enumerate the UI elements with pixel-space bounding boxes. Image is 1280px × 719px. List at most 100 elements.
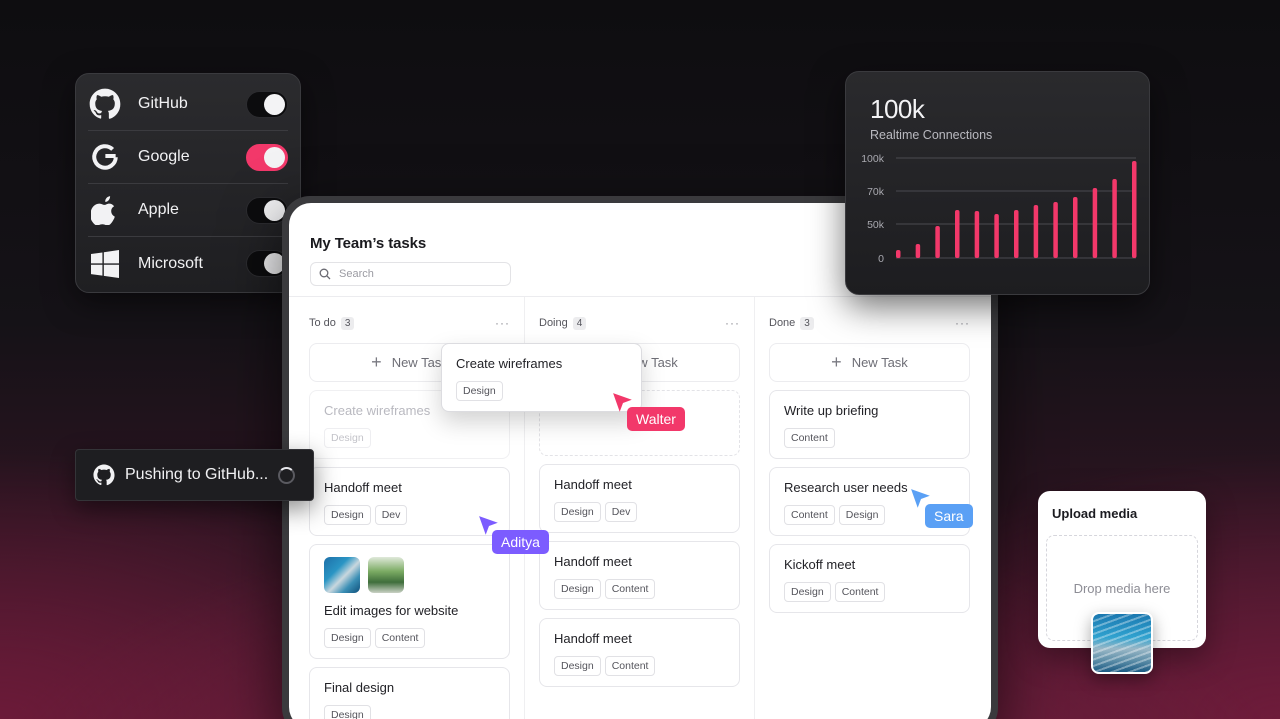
- chart-bar: [974, 211, 980, 258]
- task-card[interactable]: Final design Design: [309, 667, 510, 719]
- cursor-label-walter: Walter: [627, 407, 685, 431]
- task-title: Handoff meet: [554, 554, 632, 569]
- task-title: Handoff meet: [554, 477, 632, 492]
- column-header: Done 3 ···: [769, 307, 970, 339]
- y-tick-label: 70k: [867, 186, 885, 198]
- column-header: To do 3 ···: [309, 307, 510, 339]
- tag: Dev: [374, 505, 408, 525]
- garden-image-thumbnail: [368, 557, 404, 593]
- chart-bar: [1053, 202, 1058, 258]
- new-task-label: New Task: [391, 355, 448, 370]
- chart-bar: [1033, 205, 1039, 258]
- apple-icon: [88, 193, 122, 227]
- column-header: Doing 4 ···: [539, 307, 740, 339]
- provider-row-google: Google: [88, 131, 288, 184]
- task-card[interactable]: Handoff meet Design Dev: [539, 464, 740, 533]
- realtime-connections-card: 100k Realtime Connections 100k 70k 50k 0: [845, 71, 1150, 295]
- tag: Content: [834, 582, 886, 602]
- task-title: Edit images for website: [324, 603, 459, 618]
- provider-row-microsoft: Microsoft: [88, 237, 288, 290]
- task-card[interactable]: Handoff meet Design Content: [539, 618, 740, 687]
- chart-bar: [1014, 210, 1019, 258]
- stat-value: 100k: [870, 94, 925, 124]
- tag: Design: [554, 579, 601, 599]
- search-placeholder: Search: [339, 268, 374, 280]
- chart-bar: [1073, 197, 1078, 258]
- page-title: My Team’s tasks: [310, 235, 427, 252]
- task-card[interactable]: Write up briefing Content: [769, 390, 970, 459]
- provider-row-apple: Apple: [88, 184, 288, 237]
- column-done: Done 3 ··· + New Task Write up briefing …: [769, 297, 970, 613]
- new-task-button[interactable]: + New Task: [769, 343, 970, 382]
- tag: Design: [456, 381, 503, 401]
- tag: Design: [554, 502, 601, 522]
- tag: Dev: [604, 502, 638, 522]
- provider-label: Google: [138, 148, 190, 165]
- tag: Design: [324, 628, 371, 648]
- tag: Content: [604, 656, 656, 676]
- more-options-icon[interactable]: ···: [725, 316, 740, 330]
- task-card[interactable]: Handoff meet Design Content: [539, 541, 740, 610]
- tag: Content: [604, 579, 656, 599]
- provider-label: Microsoft: [138, 254, 203, 272]
- column-count: 3: [800, 316, 814, 330]
- tag: Content: [784, 505, 835, 525]
- column-title: To do: [309, 317, 336, 329]
- column-title: Doing: [539, 317, 568, 329]
- y-tick-label: 50k: [867, 219, 885, 231]
- tag: Content: [374, 628, 426, 648]
- y-tick-label: 100k: [861, 153, 885, 165]
- github-toggle[interactable]: [246, 90, 288, 118]
- tag: Design: [784, 582, 831, 602]
- task-card[interactable]: Edit images for website Design Content: [309, 544, 510, 659]
- tag: Design: [554, 656, 601, 676]
- git-push-toast: Pushing to GitHub...: [75, 449, 314, 501]
- loading-spinner-icon: [278, 466, 296, 484]
- task-title: Handoff meet: [324, 480, 402, 495]
- tag: Content: [784, 428, 835, 448]
- provider-label: GitHub: [138, 95, 188, 112]
- microsoft-icon: [88, 247, 122, 281]
- drop-zone-text: Drop media here: [1073, 580, 1171, 596]
- provider-row-github: GitHub: [88, 78, 288, 131]
- building-image-thumbnail: [324, 557, 360, 593]
- tag: Design: [324, 428, 371, 448]
- task-title: Final design: [324, 680, 395, 695]
- github-icon: [88, 87, 122, 121]
- chart-bar: [915, 244, 921, 258]
- upload-title: Upload media: [1052, 506, 1138, 521]
- tag: Design: [324, 505, 371, 525]
- search-icon: [319, 268, 331, 280]
- github-icon: [93, 464, 115, 486]
- task-title: Write up briefing: [784, 403, 879, 418]
- toast-message: Pushing to GitHub...: [125, 466, 269, 483]
- column-divider: [754, 297, 755, 719]
- cursor-label-sara: Sara: [925, 504, 973, 528]
- provider-label: Apple: [138, 201, 179, 218]
- dragged-media-thumbnail[interactable]: [1091, 612, 1153, 674]
- task-card[interactable]: Kickoff meet Design Content: [769, 544, 970, 613]
- chart-bar: [994, 214, 999, 258]
- cursor-label-aditya: Aditya: [492, 530, 549, 554]
- column-count: 3: [340, 316, 355, 330]
- column-title: Done: [769, 317, 796, 329]
- chart-bar: [955, 210, 960, 258]
- search-input[interactable]: Search: [310, 262, 511, 286]
- y-tick-label: 0: [878, 253, 884, 265]
- login-providers-panel: GitHub Google Apple Microsoft: [75, 73, 301, 293]
- more-options-icon[interactable]: ···: [955, 316, 970, 330]
- new-task-label: New Task: [851, 355, 908, 370]
- chart-bar: [1092, 188, 1098, 258]
- task-title: Create wireframes: [456, 356, 563, 371]
- chart-bar: [935, 226, 940, 258]
- more-options-icon[interactable]: ···: [495, 316, 510, 330]
- tag: Design: [838, 505, 886, 525]
- tag: Design: [324, 705, 371, 719]
- plus-icon: +: [831, 352, 842, 372]
- google-toggle[interactable]: [246, 143, 288, 171]
- chart-bar: [1112, 179, 1117, 258]
- stat-label: Realtime Connections: [870, 128, 993, 142]
- google-icon: [88, 140, 122, 174]
- column-count: 4: [572, 316, 587, 330]
- chart-bar: [896, 250, 901, 258]
